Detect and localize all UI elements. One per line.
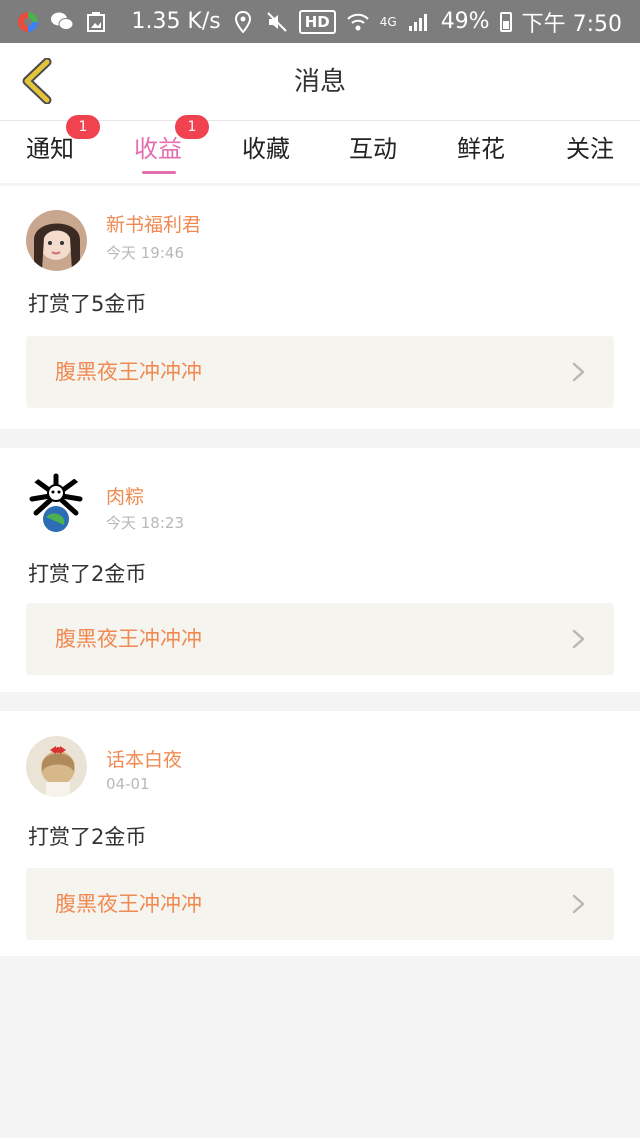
book-title: 腹黑夜王冲冲冲 xyxy=(55,360,202,384)
book-link[interactable]: 腹黑夜王冲冲冲 xyxy=(26,868,614,940)
unread-badge: 1 xyxy=(175,115,209,139)
tab-interactions[interactable]: 互动 xyxy=(323,121,423,183)
location-icon xyxy=(231,10,255,34)
book-title: 腹黑夜王冲冲冲 xyxy=(55,892,202,916)
message-card: 话本白夜 04-01 打赏了2金币 腹黑夜王冲冲冲 xyxy=(0,711,640,956)
gallery-icon xyxy=(84,10,108,34)
tab-label: 收益 xyxy=(134,135,182,163)
username[interactable]: 肉粽 xyxy=(106,482,144,509)
tab-earnings[interactable]: 收益 1 xyxy=(108,115,209,183)
signal-type: 4G xyxy=(379,14,397,29)
tab-following[interactable]: 关注 xyxy=(540,121,640,183)
unread-badge: 1 xyxy=(66,115,100,139)
tab-label: 通知 xyxy=(26,135,74,163)
battery-level: 49% xyxy=(440,9,490,34)
book-link[interactable]: 腹黑夜王冲冲冲 xyxy=(26,336,614,408)
book-link[interactable]: 腹黑夜王冲冲冲 xyxy=(26,603,614,675)
chevron-right-icon xyxy=(572,894,585,914)
network-speed: 1.35 K/s xyxy=(131,9,221,34)
message-time: 今天 18:23 xyxy=(106,514,184,532)
chevron-right-icon xyxy=(572,362,585,382)
clock: 下午 7:50 xyxy=(521,11,622,37)
tab-label: 互动 xyxy=(349,135,397,163)
message-text: 打赏了2金币 xyxy=(28,562,147,586)
avatar[interactable] xyxy=(26,473,87,534)
tab-bar: 通知 1 收益 1 收藏 互动 鲜花 关注 xyxy=(0,115,640,183)
mute-icon xyxy=(265,10,289,34)
message-time: 04-01 xyxy=(106,775,150,793)
message-card: 肉粽 今天 18:23 打赏了2金币 腹黑夜王冲冲冲 xyxy=(0,448,640,692)
tab-label: 鲜花 xyxy=(457,135,505,163)
wifi-icon xyxy=(346,10,370,34)
chevron-right-icon xyxy=(572,629,585,649)
book-title: 腹黑夜王冲冲冲 xyxy=(55,627,202,651)
wechat-icon xyxy=(50,10,74,34)
battery-icon xyxy=(499,11,512,32)
username[interactable]: 新书福利君 xyxy=(106,210,201,237)
tab-notifications[interactable]: 通知 1 xyxy=(0,115,100,183)
message-time: 今天 19:46 xyxy=(106,244,184,262)
username[interactable]: 话本白夜 xyxy=(106,745,182,772)
avatar[interactable] xyxy=(26,736,87,797)
tab-favorites[interactable]: 收藏 xyxy=(216,121,316,183)
signal-icon xyxy=(407,10,431,34)
app-icon xyxy=(16,10,40,34)
message-card: 新书福利君 今天 19:46 打赏了5金币 腹黑夜王冲冲冲 xyxy=(0,186,640,429)
message-text: 打赏了5金币 xyxy=(28,292,147,316)
tab-label: 关注 xyxy=(566,135,614,163)
hd-badge: HD xyxy=(298,9,336,34)
tab-label: 收藏 xyxy=(242,135,290,163)
message-text: 打赏了2金币 xyxy=(28,825,147,849)
avatar[interactable] xyxy=(26,210,87,271)
page-title: 消息 xyxy=(293,67,346,97)
active-tab-indicator xyxy=(142,171,176,174)
header: 消息 xyxy=(0,43,640,121)
tab-flowers[interactable]: 鲜花 xyxy=(431,121,531,183)
status-bar: 1.35 K/s HD 4G 49% 下午 7:50 xyxy=(0,0,640,43)
